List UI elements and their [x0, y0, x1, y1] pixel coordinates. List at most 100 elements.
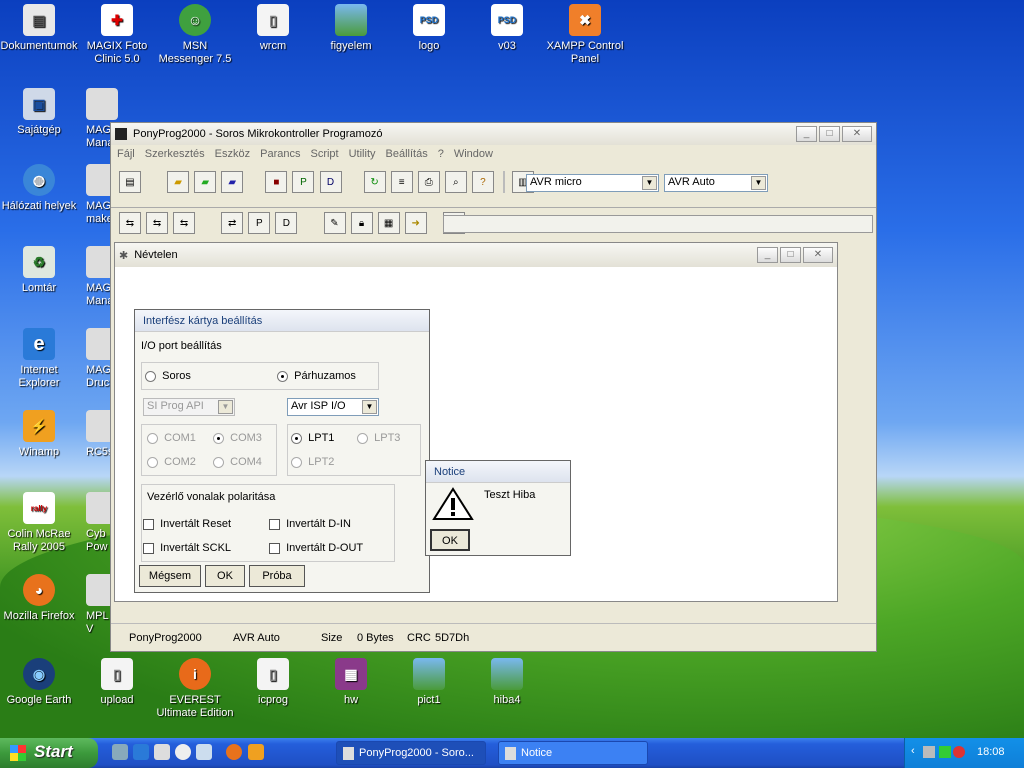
device-type-select[interactable]: AVR Auto ▼: [664, 174, 768, 192]
com1-radio[interactable]: COM1: [147, 432, 196, 444]
mail-icon[interactable]: [154, 744, 170, 760]
maximize-button[interactable]: □: [819, 126, 840, 142]
desktop-icon-colin-mcrae[interactable]: rally Colin McRae Rally 2005: [0, 492, 78, 554]
desktop-icon-hw[interactable]: ▦ hw: [312, 658, 390, 707]
desktop-icon-icprog[interactable]: ▯ icprog: [234, 658, 312, 707]
parallel-api-select[interactable]: Avr ISP I/O ▼: [287, 398, 379, 416]
lock-icon[interactable]: 🔒︎: [350, 212, 373, 234]
device-family-select[interactable]: AVR micro ▼: [526, 174, 659, 192]
invert-dout-checkbox[interactable]: Invertált D-OUT: [269, 542, 363, 554]
open-file-icon[interactable]: ▰: [167, 171, 190, 193]
serial-radio[interactable]: Soros: [145, 370, 191, 382]
find-icon[interactable]: ⌕: [444, 171, 467, 193]
open-program-icon[interactable]: ▰: [194, 171, 217, 193]
print-icon[interactable]: ⎙: [417, 171, 440, 193]
menu-device[interactable]: Eszköz: [215, 148, 250, 160]
desktop-icon-hiba4[interactable]: hiba4: [468, 658, 546, 707]
document-titlebar[interactable]: ✱ Névtelen _ □ ✕: [115, 243, 837, 267]
desktop-icon-google-earth[interactable]: ◉ Google Earth: [0, 658, 78, 707]
tray-expand-icon[interactable]: ‹: [911, 745, 915, 757]
desktop-icon-recycle-bin[interactable]: ♻ Lomtár: [0, 246, 78, 295]
menu-window[interactable]: Window: [454, 148, 493, 160]
test-button[interactable]: Próba: [249, 565, 305, 587]
menu-file[interactable]: Fájl: [117, 148, 135, 160]
network-tray-icon[interactable]: [923, 746, 935, 758]
menu-command[interactable]: Parancs: [260, 148, 300, 160]
task-notice[interactable]: Notice: [498, 741, 648, 765]
invert-din-checkbox[interactable]: Invertált D-IN: [269, 518, 351, 530]
desktop-icon-ie[interactable]: e Internet Explorer: [0, 328, 78, 390]
desktop-icon-pict1[interactable]: pict1: [390, 658, 468, 707]
maximize-button[interactable]: □: [780, 247, 801, 263]
desktop-icon-v03[interactable]: PSD v03: [468, 4, 546, 53]
reload-icon[interactable]: ↻: [363, 171, 386, 193]
ok-button[interactable]: OK: [205, 565, 245, 587]
menu-script[interactable]: Script: [310, 148, 338, 160]
menu-help[interactable]: ?: [438, 148, 444, 160]
write-program-icon[interactable]: P: [248, 212, 271, 234]
show-desktop-icon[interactable]: [112, 744, 128, 760]
help-icon[interactable]: ?: [471, 171, 494, 193]
desktop-icon-figyelem[interactable]: figyelem: [312, 4, 390, 53]
task-ponyprog[interactable]: PonyProg2000 - Soro...: [336, 741, 486, 765]
com2-radio[interactable]: COM2: [147, 456, 196, 468]
menu-edit[interactable]: Szerkesztés: [145, 148, 205, 160]
desktop-icon-network[interactable]: ◍ Hálózati helyek: [0, 164, 78, 213]
desktop-icon-msn[interactable]: ☺ MSN Messenger 7.5: [156, 4, 234, 66]
notice-ok-button[interactable]: OK: [430, 529, 470, 551]
desktop-icon-documents[interactable]: ▤ Dokumentumok: [0, 4, 78, 53]
desktop-icon-logo[interactable]: PSD logo: [390, 4, 468, 53]
program-icon[interactable]: ➜: [404, 212, 427, 234]
write-all-icon[interactable]: ⇄: [221, 212, 244, 234]
firefox-icon[interactable]: [226, 744, 242, 760]
minimize-button[interactable]: _: [796, 126, 817, 142]
serial-api-select[interactable]: SI Prog API ▼: [143, 398, 235, 416]
minimize-button[interactable]: _: [757, 247, 778, 263]
desktop-icon-my-computer[interactable]: ▣ Sajátgép: [0, 88, 78, 137]
read-all-icon[interactable]: ⇆: [119, 212, 141, 234]
desktop-icon-firefox[interactable]: ◕ Mozilla Firefox: [0, 574, 78, 623]
menu-setup[interactable]: Beállítás: [386, 148, 428, 160]
invert-sckl-checkbox[interactable]: Invertált SCKL: [143, 542, 231, 554]
computer-icon: ▣: [23, 88, 55, 120]
config-bits-icon[interactable]: ▦: [377, 212, 400, 234]
save-data-icon[interactable]: D: [319, 171, 342, 193]
desktop-icon-magix[interactable]: ✚ MAGIX Foto Clinic 5.0: [78, 4, 156, 66]
lpt3-radio[interactable]: LPT3: [357, 432, 400, 444]
read-data-icon[interactable]: ⇆: [173, 212, 196, 234]
erase-icon[interactable]: ✎: [323, 212, 346, 234]
cancel-button[interactable]: Mégsem: [139, 565, 201, 587]
tray-app-icon[interactable]: [939, 746, 951, 758]
lpt1-radio[interactable]: LPT1: [291, 432, 334, 444]
desktop-icon-everest[interactable]: i EVEREST Ultimate Edition: [156, 658, 234, 720]
script-input[interactable]: [443, 215, 873, 233]
write-data-icon[interactable]: D: [275, 212, 298, 234]
save-icon[interactable]: ■: [265, 171, 288, 193]
ponyprog-titlebar[interactable]: PonyProg2000 - Soros Mikrokontroller Pro…: [111, 123, 876, 145]
edit-buffer-icon[interactable]: ≡: [390, 171, 413, 193]
desktop-icon-xampp[interactable]: ✖ XAMPP Control Panel: [546, 4, 624, 66]
window-switch-icon[interactable]: [196, 744, 212, 760]
tray-media-icon[interactable]: [953, 746, 965, 758]
desktop-icon-upload[interactable]: ▯ upload: [78, 658, 156, 707]
menu-utility[interactable]: Utility: [349, 148, 376, 160]
dialog-title[interactable]: Interfész kártya beállítás: [135, 310, 429, 332]
read-program-icon[interactable]: ⇆: [146, 212, 169, 234]
start-button[interactable]: Start: [0, 738, 98, 768]
notice-title[interactable]: Notice: [426, 461, 570, 483]
media-player-icon[interactable]: [175, 744, 191, 760]
lpt2-radio[interactable]: LPT2: [291, 456, 334, 468]
close-button[interactable]: ✕: [842, 126, 872, 142]
winamp-icon[interactable]: [248, 744, 264, 760]
close-button[interactable]: ✕: [803, 247, 833, 263]
com3-radio[interactable]: COM3: [213, 432, 262, 444]
com4-radio[interactable]: COM4: [213, 456, 262, 468]
parallel-radio[interactable]: Párhuzamos: [277, 370, 356, 382]
desktop-icon-wrcm[interactable]: ▯ wrcm: [234, 4, 312, 53]
new-file-icon[interactable]: ▤: [119, 171, 141, 193]
internet-explorer-icon[interactable]: [133, 744, 149, 760]
open-data-icon[interactable]: ▰: [221, 171, 244, 193]
desktop-icon-winamp[interactable]: ⚡ Winamp: [0, 410, 78, 459]
invert-reset-checkbox[interactable]: Invertált Reset: [143, 518, 231, 530]
save-program-icon[interactable]: P: [292, 171, 315, 193]
